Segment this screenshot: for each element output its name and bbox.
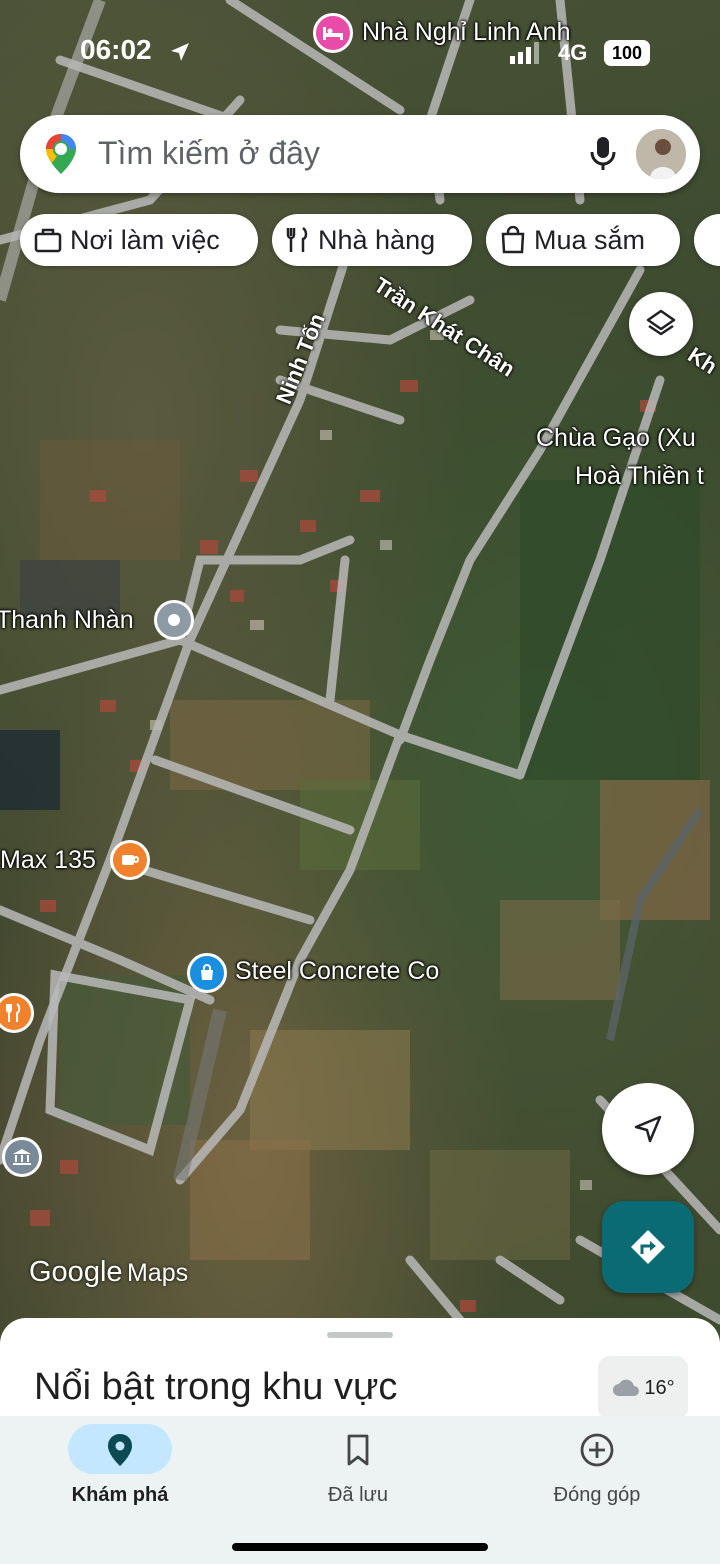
location-arrow-icon [171,43,189,61]
add-circle-icon [580,1433,614,1467]
avatar[interactable] [636,129,686,179]
weather-badge[interactable]: 16° [598,1356,688,1420]
nav-contribute[interactable]: Đóng góp [477,1416,717,1516]
directions-icon [631,1230,665,1264]
location-pin-icon[interactable] [154,600,194,640]
restaurant-icon [286,227,308,252]
poi-label-temple-line2[interactable]: Hoà Thiền t [575,462,704,491]
bookmark-icon [347,1434,369,1466]
explore-pin-icon [108,1434,132,1466]
layers-button[interactable] [629,292,693,356]
layers-icon [646,309,676,336]
nav-saved[interactable]: Đã lưu [238,1416,478,1516]
chip-workplace[interactable]: Nơi làm việc [20,214,258,266]
microphone-icon[interactable] [590,136,616,172]
cloud-icon [613,1379,640,1396]
poi-label-thanh-nhan[interactable]: Thanh Nhàn [0,606,134,635]
signal-bars-icon [510,42,539,64]
chip-shopping[interactable]: Mua sắm [486,214,680,266]
sheet-drag-handle[interactable] [327,1332,393,1338]
navigation-arrow-icon [634,1115,662,1143]
nav-label: Đóng góp [553,1484,641,1506]
museum-pin-icon[interactable] [2,1137,42,1177]
poi-label-temple-line1[interactable]: Chùa Gạo (Xu [536,424,696,453]
nav-explore[interactable]: Khám phá [0,1416,240,1516]
watermark-google: Google [29,1256,123,1288]
briefcase-icon [34,228,62,253]
search-placeholder[interactable]: Tìm kiếm ở đây [98,135,320,172]
home-indicator[interactable] [232,1543,488,1551]
shopping-pin-icon[interactable] [187,953,227,993]
bottom-navigation: Khám phá Đã lưu Đóng góp [0,1416,720,1564]
hotel-pin-icon[interactable] [313,13,353,53]
search-bar[interactable]: Tìm kiếm ở đây [20,115,700,193]
shopping-bag-icon [501,226,525,254]
status-time: 06:02 [80,34,152,65]
chip-restaurant[interactable]: Nhà hàng [272,214,472,266]
battery-indicator: 100 [604,40,650,66]
nav-label: Khám phá [71,1484,169,1506]
google-maps-watermark: Google Maps [29,1256,188,1289]
network-type: 4G [558,40,588,65]
chip-label: Mua sắm [534,224,646,255]
directions-button[interactable] [602,1201,694,1293]
weather-temp: 16° [644,1376,675,1399]
chip-label: Nhà hàng [318,224,436,255]
poi-label-max135[interactable]: Max 135 [0,846,96,875]
sheet-title: Nổi bật trong khu vực [34,1366,398,1408]
my-location-button[interactable] [602,1083,694,1175]
google-maps-pin-icon [46,134,76,174]
watermark-maps: Maps [126,1259,189,1287]
chip-label: Nơi làm việc [70,224,220,255]
nav-label: Đã lưu [327,1484,389,1506]
cafe-pin-icon[interactable] [110,840,150,880]
poi-label-steel[interactable]: Steel Concrete Co [235,957,439,986]
